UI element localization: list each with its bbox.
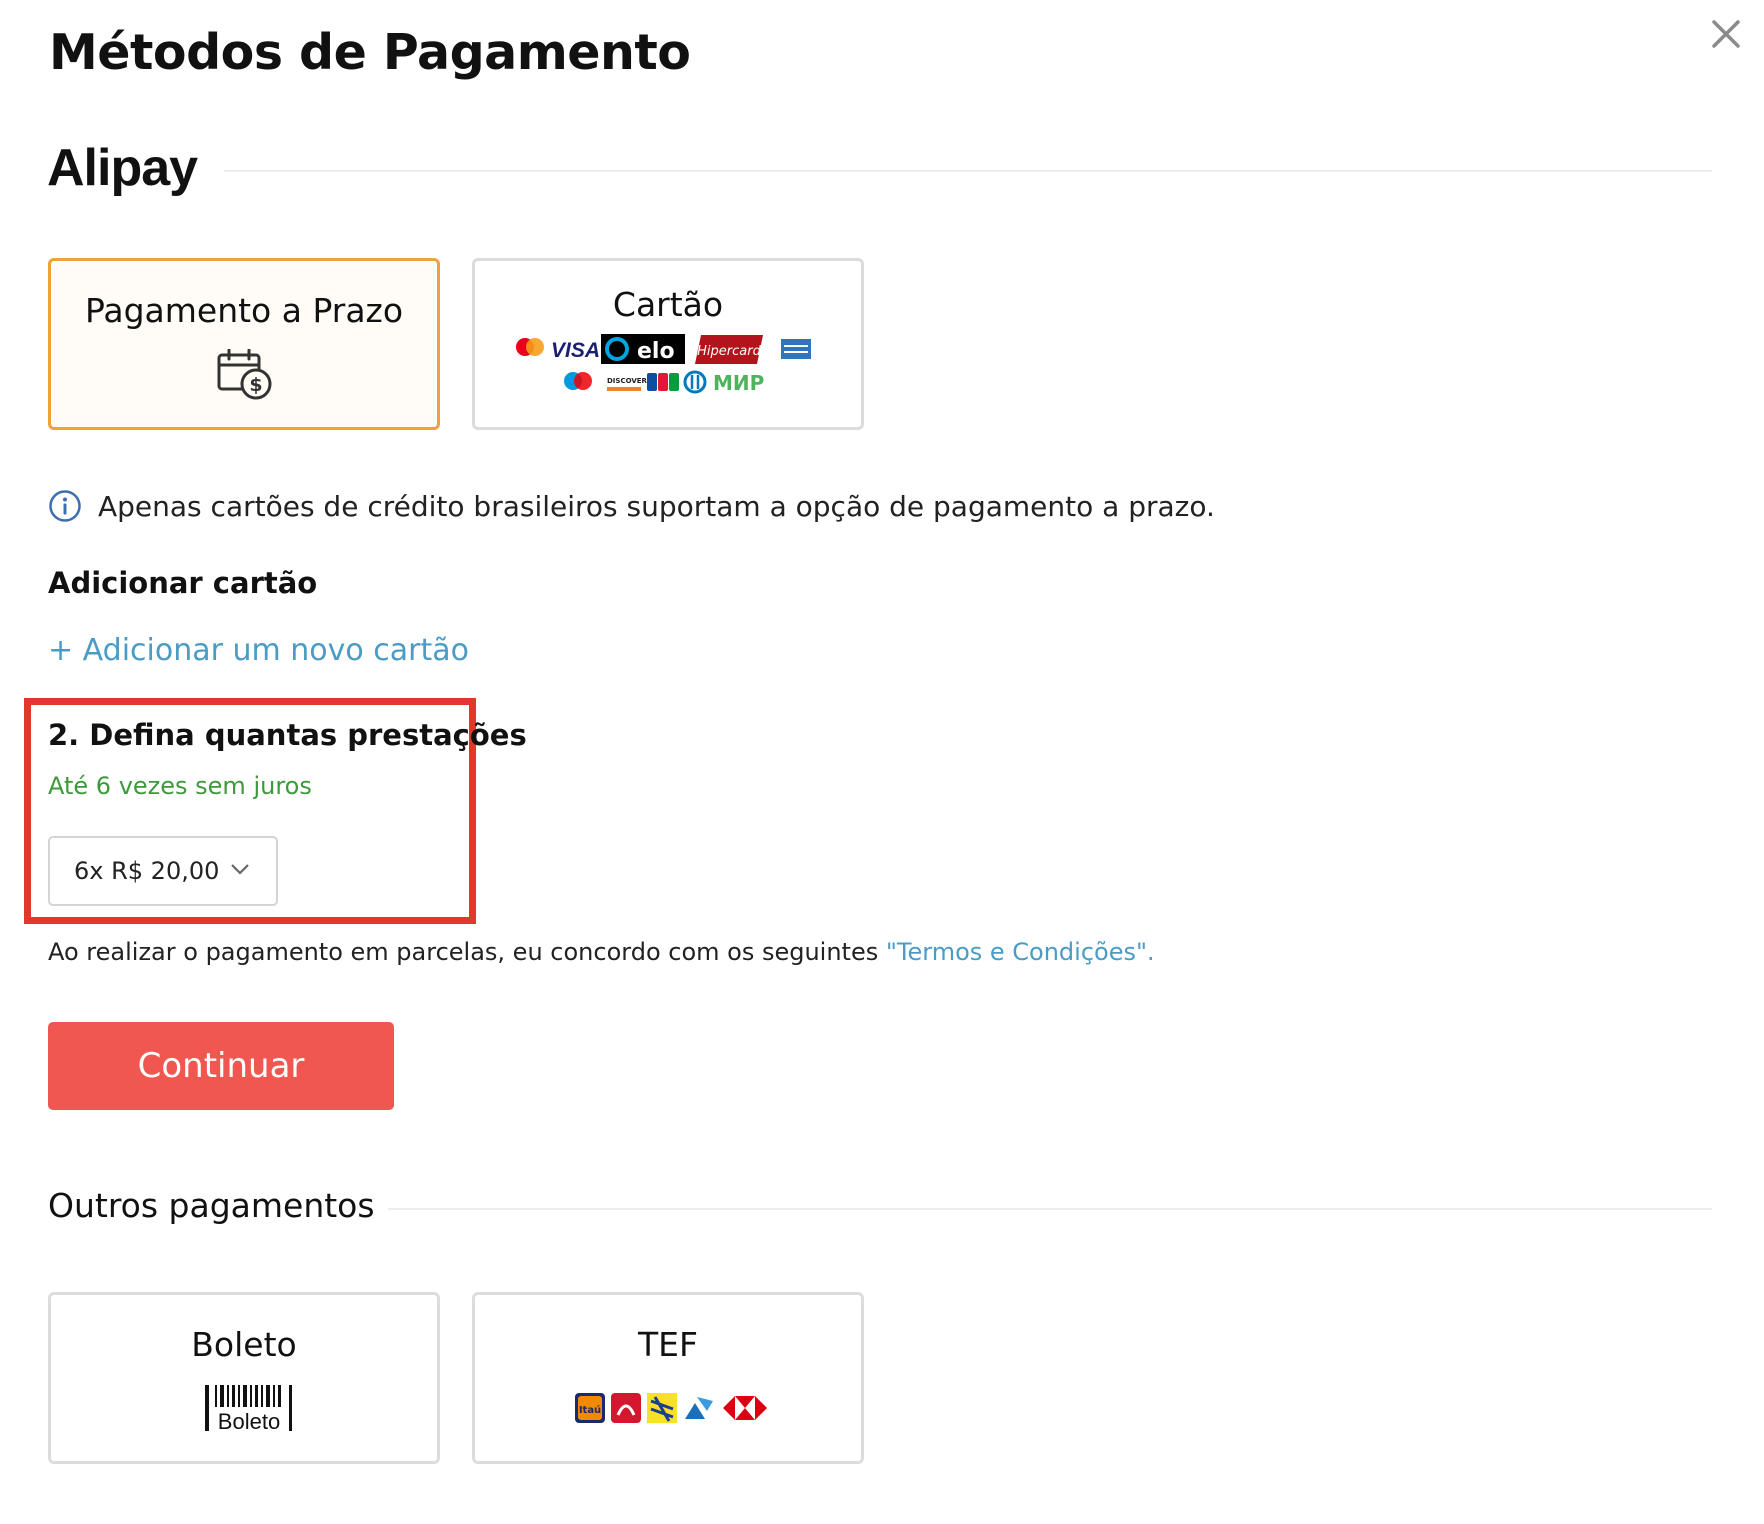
mir-logo: МИР bbox=[713, 371, 764, 395]
method-label: Boleto bbox=[191, 1325, 297, 1364]
itau-logo: Itaú bbox=[575, 1393, 605, 1423]
hipercard-logo: Hipercard bbox=[695, 335, 763, 364]
close-button[interactable] bbox=[1708, 16, 1744, 52]
banco-do-brasil-logo bbox=[647, 1393, 677, 1423]
installments-select[interactable]: 6x R$ 20,00 bbox=[48, 836, 278, 906]
jcb-logo bbox=[647, 373, 679, 391]
svg-text:$: $ bbox=[249, 374, 262, 396]
visa-logo: VISA bbox=[551, 339, 600, 362]
method-boleto-card[interactable]: Boleto Boleto bbox=[48, 1292, 440, 1464]
divider bbox=[224, 170, 1712, 172]
method-label: Cartão bbox=[612, 285, 724, 324]
terms-agreement: Ao realizar o pagamento em parcelas, eu … bbox=[48, 938, 1155, 966]
installments-heading: 2. Defina quantas prestações bbox=[48, 718, 527, 752]
bank-logos: Itaú bbox=[575, 1393, 767, 1423]
dialog-title: Métodos de Pagamento bbox=[49, 24, 691, 81]
terms-link[interactable]: "Termos e Condições". bbox=[886, 938, 1155, 966]
bradesco-logo bbox=[611, 1393, 641, 1423]
maestro-logo bbox=[564, 372, 592, 390]
hsbc-logo bbox=[723, 1396, 767, 1420]
divider bbox=[388, 1208, 1712, 1210]
discover-logo: DISCOVER bbox=[607, 377, 648, 391]
method-installment-card[interactable]: Pagamento a Prazo $ bbox=[48, 258, 440, 430]
chevron-down-icon bbox=[231, 864, 249, 875]
svg-text:Boleto: Boleto bbox=[218, 1409, 280, 1433]
installments-selected-value: 6x R$ 20,00 bbox=[74, 857, 220, 885]
method-tef-card[interactable]: TEF Itaú bbox=[472, 1292, 864, 1464]
method-label: Pagamento a Prazo bbox=[84, 291, 404, 330]
svg-text:elo: elo bbox=[637, 339, 675, 364]
alipay-logo: Alipay bbox=[47, 139, 198, 197]
method-card-card[interactable]: Cartão VISA elo Hipercard DISCOVER МИР bbox=[472, 258, 864, 430]
add-card-heading: Adicionar cartão bbox=[48, 566, 318, 600]
close-icon bbox=[1712, 20, 1740, 48]
installments-subtitle: Até 6 vezes sem juros bbox=[48, 772, 312, 800]
caixa-logo bbox=[685, 1397, 713, 1419]
svg-text:Itaú: Itaú bbox=[579, 1404, 601, 1416]
notice-text: Apenas cartões de crédito brasileiros su… bbox=[98, 489, 1215, 523]
calendar-dollar-icon: $ bbox=[217, 349, 272, 400]
add-new-card-link[interactable]: + Adicionar um novo cartão bbox=[48, 633, 469, 668]
boleto-barcode-icon: Boleto bbox=[205, 1385, 292, 1433]
continue-button[interactable]: Continuar bbox=[48, 1022, 394, 1110]
info-icon bbox=[49, 490, 81, 522]
method-label: TEF bbox=[638, 1325, 698, 1364]
diners-logo bbox=[683, 370, 707, 394]
card-brands-logos: VISA elo Hipercard DISCOVER МИР bbox=[516, 334, 811, 395]
amex-logo bbox=[781, 339, 811, 359]
svg-text:Hipercard: Hipercard bbox=[697, 344, 761, 359]
svg-text:DISCOVER: DISCOVER bbox=[607, 377, 648, 385]
elo-logo: elo bbox=[601, 334, 685, 364]
installment-notice: Apenas cartões de crédito brasileiros su… bbox=[48, 486, 1215, 526]
mastercard-logo bbox=[516, 338, 544, 356]
agreement-text: Ao realizar o pagamento em parcelas, eu … bbox=[48, 938, 886, 966]
other-payments-heading: Outros pagamentos bbox=[48, 1186, 375, 1225]
